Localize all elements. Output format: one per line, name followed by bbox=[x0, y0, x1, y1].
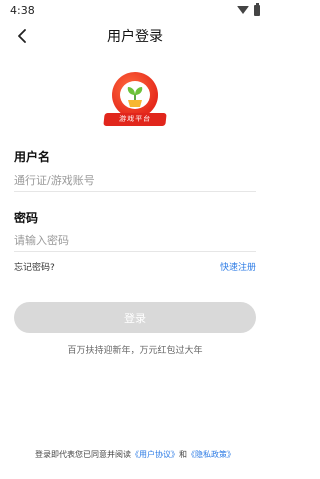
app-logo: 游戏平台 bbox=[103, 72, 167, 130]
sprout-icon bbox=[127, 87, 143, 107]
login-button[interactable]: 登录 bbox=[14, 302, 256, 333]
agreement-prefix: 登录即代表您已同意并阅读 bbox=[35, 450, 131, 459]
wifi-icon bbox=[237, 6, 249, 14]
password-label: 密码 bbox=[14, 211, 39, 225]
nav-bar: 用户登录 bbox=[0, 20, 270, 52]
quick-register-link[interactable]: 快速注册 bbox=[220, 260, 256, 273]
password-input[interactable] bbox=[14, 230, 256, 252]
status-bar: 4:38 bbox=[0, 0, 270, 20]
agreement-text: 登录即代表您已同意并阅读《用户协议》和《隐私政策》 bbox=[0, 449, 270, 460]
username-label: 用户名 bbox=[14, 150, 51, 164]
page-title: 用户登录 bbox=[107, 29, 163, 45]
status-time: 4:38 bbox=[10, 3, 35, 17]
chevron-left-icon bbox=[18, 29, 26, 43]
logo-banner: 游戏平台 bbox=[103, 113, 167, 126]
promo-text: 百万扶持迎新年，万元红包过大年 bbox=[67, 346, 203, 356]
username-input[interactable] bbox=[14, 170, 256, 192]
battery-icon bbox=[254, 2, 260, 16]
back-button[interactable] bbox=[12, 26, 32, 46]
agreement-and: 和 bbox=[179, 450, 187, 459]
form-links-row: 忘记密码? 快速注册 bbox=[14, 260, 256, 274]
user-agreement-link[interactable]: 《用户协议》 bbox=[131, 450, 179, 459]
status-icons bbox=[237, 2, 260, 16]
privacy-policy-link[interactable]: 《隐私政策》 bbox=[187, 450, 235, 459]
forgot-password-link[interactable]: 忘记密码? bbox=[14, 260, 55, 273]
